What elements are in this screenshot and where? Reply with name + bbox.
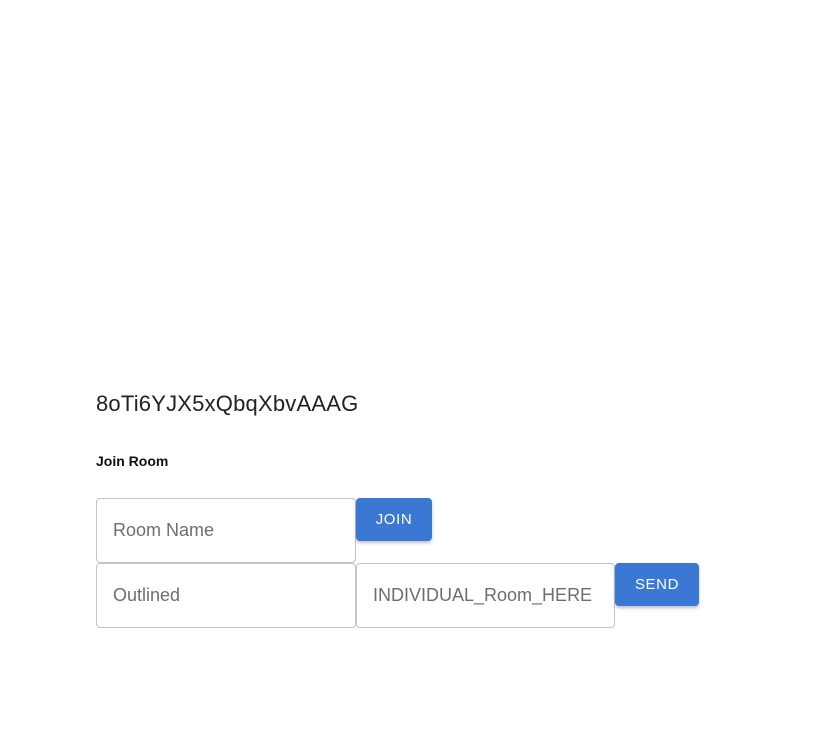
send-message-row: SEND xyxy=(96,563,699,628)
target-room-input[interactable] xyxy=(356,563,615,628)
send-button[interactable]: SEND xyxy=(615,563,699,606)
message-input[interactable] xyxy=(96,563,356,628)
room-name-input[interactable] xyxy=(96,498,356,563)
page: 8oTi6YJX5xQbqXbvAAAG Join Room JOIN SEND xyxy=(0,0,825,743)
join-button[interactable]: JOIN xyxy=(356,498,432,541)
join-room-row: JOIN xyxy=(96,498,432,563)
join-room-heading: Join Room xyxy=(96,453,169,469)
socket-id-text: 8oTi6YJX5xQbqXbvAAAG xyxy=(96,391,359,416)
